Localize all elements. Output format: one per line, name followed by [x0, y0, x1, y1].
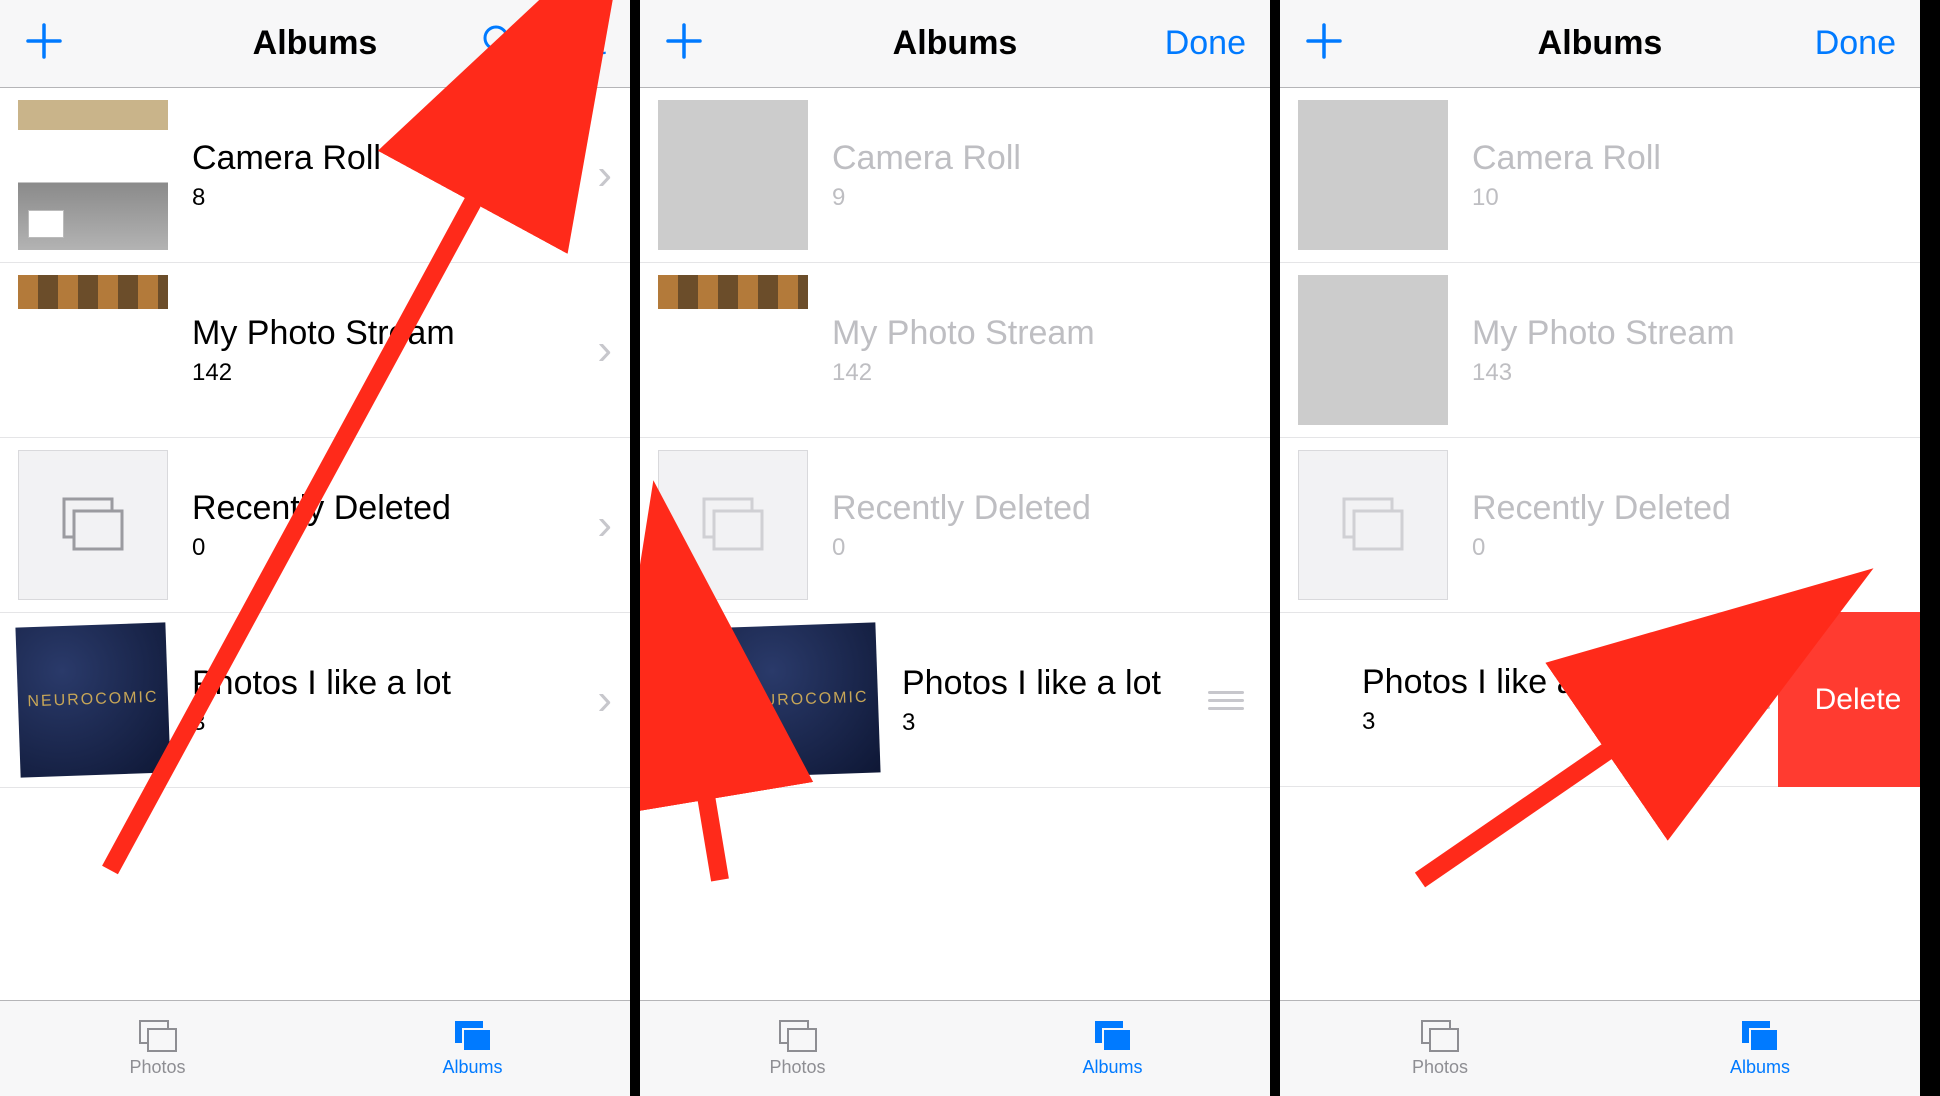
albums-screen-edit-mode: Albums Done Camera Roll 9 My Photo Strea…	[640, 0, 1280, 1096]
album-thumbnail	[658, 100, 808, 250]
tab-albums[interactable]: Albums	[955, 1001, 1270, 1096]
tab-label: Albums	[1082, 1057, 1142, 1078]
album-count: 8	[192, 184, 589, 212]
search-icon[interactable]	[479, 21, 519, 66]
album-thumbnail: NEUROCOMIC	[15, 622, 170, 777]
album-title: My Photo Stream	[832, 314, 1252, 353]
navigation-bar: Albums Done	[1280, 0, 1920, 88]
reorder-handle-icon[interactable]	[1726, 690, 1778, 709]
album-thumbnail	[658, 275, 808, 309]
album-count: 142	[192, 359, 589, 387]
album-count: 0	[192, 534, 589, 562]
album-list: Camera Roll 8 › My Photo Stream 142 › Re…	[0, 88, 630, 1000]
album-list: Camera Roll 9 My Photo Stream 142 Recent…	[640, 88, 1270, 1000]
album-count: 10	[1472, 184, 1902, 212]
tab-label: Photos	[769, 1057, 825, 1078]
album-title: Camera Roll	[192, 139, 589, 178]
album-count: 3	[192, 709, 589, 737]
album-thumbnail	[1298, 275, 1448, 425]
album-title: Recently Deleted	[192, 489, 589, 528]
album-row-recently-deleted[interactable]: Recently Deleted 0 ›	[0, 438, 630, 613]
album-count: 0	[1472, 534, 1902, 562]
chevron-right-icon: ›	[589, 325, 612, 375]
tab-albums[interactable]: Albums	[1600, 1001, 1920, 1096]
album-title: Camera Roll	[832, 139, 1252, 178]
page-title: Albums	[893, 24, 1018, 63]
album-thumbnail: NEUROCOMIC	[725, 622, 880, 777]
album-thumbnail	[1298, 450, 1448, 600]
reorder-handle-icon[interactable]	[1200, 691, 1252, 710]
album-count: 3	[902, 709, 1200, 737]
album-title: Recently Deleted	[832, 489, 1252, 528]
album-count: 0	[832, 534, 1252, 562]
album-row-recently-deleted: Recently Deleted 0	[640, 438, 1270, 613]
done-button[interactable]: Done	[1815, 24, 1896, 63]
tab-label: Photos	[1412, 1057, 1468, 1078]
tab-photos[interactable]: Photos	[0, 1001, 315, 1096]
album-thumbnail	[18, 100, 168, 250]
chevron-right-icon: ›	[589, 675, 612, 725]
album-row-photo-stream: My Photo Stream 142	[640, 263, 1270, 438]
album-thumbnail	[18, 275, 168, 309]
album-row-photos-i-like[interactable]: NEUROCOMIC Photos I like a lot 3 ›	[0, 613, 630, 788]
photos-tab-icon	[776, 1019, 820, 1055]
album-row-photo-stream: My Photo Stream 143	[1280, 263, 1920, 438]
photos-tab-icon	[136, 1019, 180, 1055]
albums-tab-icon	[1091, 1019, 1135, 1055]
tab-albums[interactable]: Albums	[315, 1001, 630, 1096]
album-row-photos-i-like[interactable]: Photos I like a lot 3 Delete	[1280, 613, 1920, 787]
album-row-camera-roll[interactable]: Camera Roll 8 ›	[0, 88, 630, 263]
tab-label: Photos	[129, 1057, 185, 1078]
chevron-right-icon: ›	[589, 150, 612, 200]
add-album-button[interactable]	[1304, 21, 1344, 66]
album-count: 142	[832, 359, 1252, 387]
delete-button[interactable]: Delete	[1778, 612, 1920, 787]
delete-minus-button[interactable]	[658, 678, 702, 722]
album-count: 143	[1472, 359, 1902, 387]
tab-bar: Photos Albums	[1280, 1000, 1920, 1096]
album-list: Camera Roll 10 My Photo Stream 143 Recen…	[1280, 88, 1920, 1000]
page-title: Albums	[1538, 24, 1663, 63]
album-thumbnail	[18, 450, 168, 600]
album-title: Recently Deleted	[1472, 489, 1902, 528]
albums-tab-icon	[451, 1019, 495, 1055]
albums-screen-view-mode: Albums Edit Camera Roll 8 › My Phot	[0, 0, 640, 1096]
edit-button[interactable]: Edit	[547, 24, 606, 63]
tab-photos[interactable]: Photos	[640, 1001, 955, 1096]
navigation-bar: Albums Done	[640, 0, 1270, 88]
done-button[interactable]: Done	[1165, 24, 1246, 63]
albums-tab-icon	[1738, 1019, 1782, 1055]
add-album-button[interactable]	[664, 21, 704, 66]
album-thumbnail	[1298, 100, 1448, 250]
album-title: Photos I like a lot	[902, 664, 1200, 703]
album-title: Camera Roll	[1472, 139, 1902, 178]
tab-label: Albums	[442, 1057, 502, 1078]
photos-tab-icon	[1418, 1019, 1462, 1055]
album-title: Photos I like a lot	[192, 664, 589, 703]
navigation-bar: Albums Edit	[0, 0, 630, 88]
page-title: Albums	[253, 24, 378, 63]
add-album-button[interactable]	[24, 21, 64, 66]
album-row-recently-deleted: Recently Deleted 0	[1280, 438, 1920, 613]
tab-label: Albums	[1730, 1057, 1790, 1078]
album-row-camera-roll: Camera Roll 9	[640, 88, 1270, 263]
album-title: My Photo Stream	[192, 314, 589, 353]
album-row-photos-i-like[interactable]: NEUROCOMIC Photos I like a lot 3	[640, 613, 1270, 788]
tab-bar: Photos Albums	[640, 1000, 1270, 1096]
album-title: My Photo Stream	[1472, 314, 1902, 353]
album-row-photo-stream[interactable]: My Photo Stream 142 ›	[0, 263, 630, 438]
albums-screen-delete-revealed: Albums Done Camera Roll 10 My Photo Stre…	[1280, 0, 1920, 1096]
album-count: 9	[832, 184, 1252, 212]
album-thumbnail	[658, 450, 808, 600]
album-title: Photos I like a lot	[1362, 663, 1726, 702]
chevron-right-icon: ›	[589, 500, 612, 550]
tab-bar: Photos Albums	[0, 1000, 630, 1096]
three-screenshot-stage: Albums Edit Camera Roll 8 › My Phot	[0, 0, 1940, 1096]
album-row-camera-roll: Camera Roll 10	[1280, 88, 1920, 263]
album-count: 3	[1362, 708, 1726, 736]
tab-photos[interactable]: Photos	[1280, 1001, 1600, 1096]
